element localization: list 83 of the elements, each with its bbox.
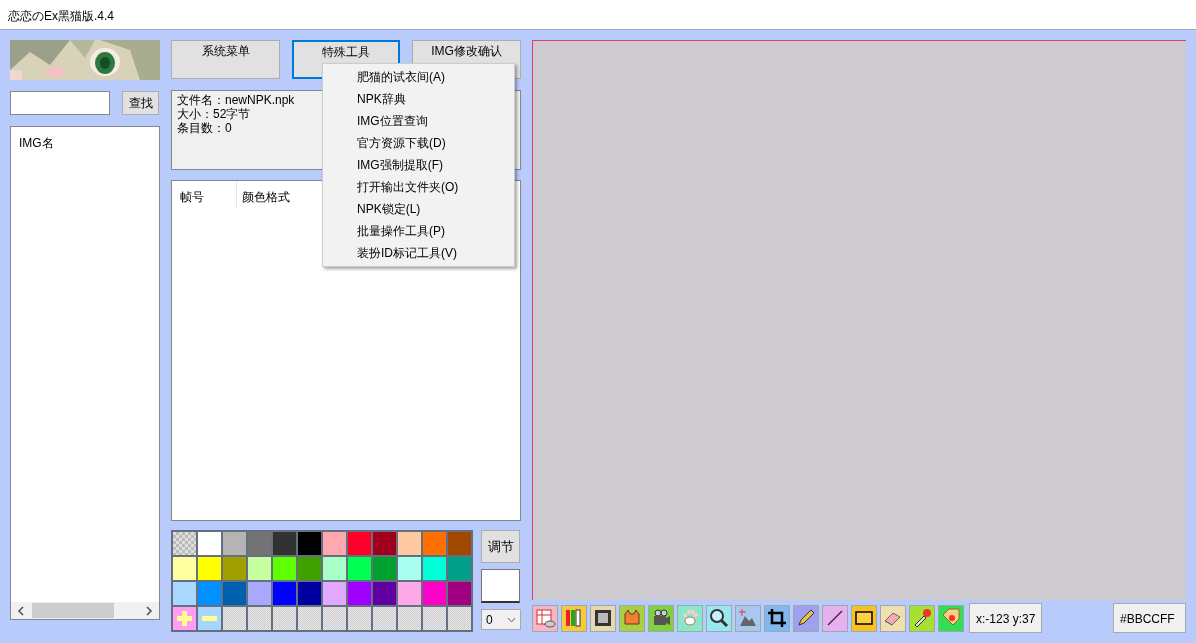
color-swatch[interactable] xyxy=(173,582,196,605)
tool-button[interactable] xyxy=(764,604,790,632)
minus-icon xyxy=(202,616,217,621)
empty-swatch[interactable] xyxy=(398,607,421,630)
menu-item[interactable]: IMG强制提取(F) xyxy=(323,154,514,176)
color-swatch[interactable] xyxy=(323,532,346,555)
index-dropdown[interactable]: 0 xyxy=(481,609,521,630)
current-color-swatch[interactable] xyxy=(481,569,520,603)
transparent-swatch[interactable] xyxy=(173,532,196,555)
color-swatch[interactable] xyxy=(398,532,421,555)
color-swatch[interactable] xyxy=(298,532,321,555)
color-swatch[interactable] xyxy=(448,532,471,555)
tool-button[interactable] xyxy=(648,604,674,632)
tool-button[interactable] xyxy=(851,604,877,632)
color-swatch[interactable] xyxy=(298,582,321,605)
empty-swatch[interactable] xyxy=(223,607,246,630)
caret-icon xyxy=(507,616,516,623)
menu-item[interactable]: 打开输出文件夹(O) xyxy=(323,176,514,198)
adjust-button[interactable]: 调节 xyxy=(481,530,520,563)
color-swatch[interactable] xyxy=(323,557,346,580)
empty-swatch[interactable] xyxy=(373,607,396,630)
column-header: IMG名 xyxy=(19,135,54,152)
color-swatch[interactable] xyxy=(373,582,396,605)
remove-color-button[interactable] xyxy=(198,607,221,630)
color-swatch[interactable] xyxy=(223,582,246,605)
coordinates-display: x:-123 y:37 xyxy=(969,603,1043,633)
color-swatch[interactable] xyxy=(198,582,221,605)
color-swatch[interactable] xyxy=(298,557,321,580)
menu-item[interactable]: NPK辞典 xyxy=(323,88,514,110)
column-header: 帧号 xyxy=(180,189,204,206)
color-swatch[interactable] xyxy=(273,582,296,605)
empty-swatch[interactable] xyxy=(248,607,271,630)
color-swatch[interactable] xyxy=(398,582,421,605)
color-swatch[interactable] xyxy=(423,557,446,580)
menu-item[interactable]: 装扮ID标记工具(V) xyxy=(323,242,514,264)
color-swatch[interactable] xyxy=(448,582,471,605)
color-swatch[interactable] xyxy=(273,557,296,580)
add-color-button[interactable] xyxy=(173,607,196,630)
column-header: 颜色格式 xyxy=(242,189,290,206)
empty-swatch[interactable] xyxy=(448,607,471,630)
color-swatch[interactable] xyxy=(348,582,371,605)
empty-swatch[interactable] xyxy=(323,607,346,630)
scroll-left-icon[interactable] xyxy=(17,605,25,616)
color-swatch[interactable] xyxy=(323,582,346,605)
color-swatch[interactable] xyxy=(398,557,421,580)
crop-icon xyxy=(765,606,789,630)
tool-button[interactable] xyxy=(909,604,935,632)
color-swatch[interactable] xyxy=(223,557,246,580)
color-swatch[interactable] xyxy=(248,582,271,605)
color-swatch[interactable] xyxy=(423,582,446,605)
color-swatch[interactable] xyxy=(348,557,371,580)
tool-button[interactable] xyxy=(706,604,732,632)
search-button[interactable]: 查找 xyxy=(122,91,159,115)
info-text: 文件名：newNPK.npk xyxy=(177,94,295,108)
empty-swatch[interactable] xyxy=(273,607,296,630)
color-swatch[interactable] xyxy=(173,557,196,580)
tool-button[interactable] xyxy=(793,604,819,632)
toolbar-button[interactable]: 系统菜单 xyxy=(171,40,280,79)
window-title: 恋恋のEx黑猫版.4.4 xyxy=(0,0,1196,30)
menu-item[interactable]: IMG位置查询 xyxy=(323,110,514,132)
color-swatch[interactable] xyxy=(273,532,296,555)
color-swatch[interactable] xyxy=(348,532,371,555)
color-swatch[interactable] xyxy=(198,557,221,580)
color-swatch[interactable] xyxy=(423,532,446,555)
color-swatch[interactable] xyxy=(198,532,221,555)
search-field[interactable] xyxy=(10,91,110,115)
search-icon xyxy=(707,606,731,630)
color-swatch[interactable] xyxy=(448,557,471,580)
menu-item[interactable]: 官方资源下载(D) xyxy=(323,132,514,154)
scrollbar-thumb[interactable] xyxy=(32,603,114,618)
color-code-display: #BBCCFF xyxy=(1113,603,1186,633)
empty-swatch[interactable] xyxy=(298,607,321,630)
menu-item[interactable]: 批量操作工具(P) xyxy=(323,220,514,242)
info-text: 大小：52字节 xyxy=(177,107,251,122)
color-swatch[interactable] xyxy=(373,557,396,580)
info-text: 条目数：0 xyxy=(177,121,232,136)
color-swatch[interactable] xyxy=(223,532,246,555)
scroll-right-icon[interactable] xyxy=(145,605,153,616)
empty-swatch[interactable] xyxy=(348,607,371,630)
menu-item[interactable]: NPK锁定(L) xyxy=(323,198,514,220)
color-swatch[interactable] xyxy=(248,557,271,580)
color-swatch[interactable] xyxy=(373,532,396,555)
empty-swatch[interactable] xyxy=(423,607,446,630)
